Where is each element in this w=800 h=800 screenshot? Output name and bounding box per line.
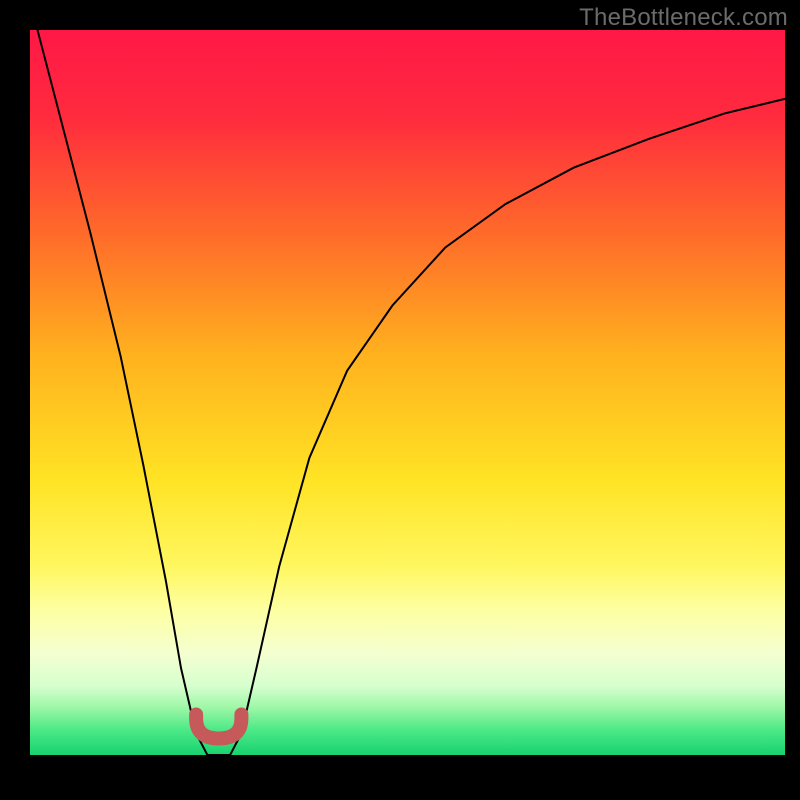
plot-area: [30, 30, 785, 755]
chart-frame: [30, 30, 785, 785]
watermark-text: TheBottleneck.com: [579, 4, 788, 32]
valley-marker: [196, 715, 241, 739]
bottleneck-curve: [38, 30, 786, 755]
chart-svg: [30, 30, 785, 755]
